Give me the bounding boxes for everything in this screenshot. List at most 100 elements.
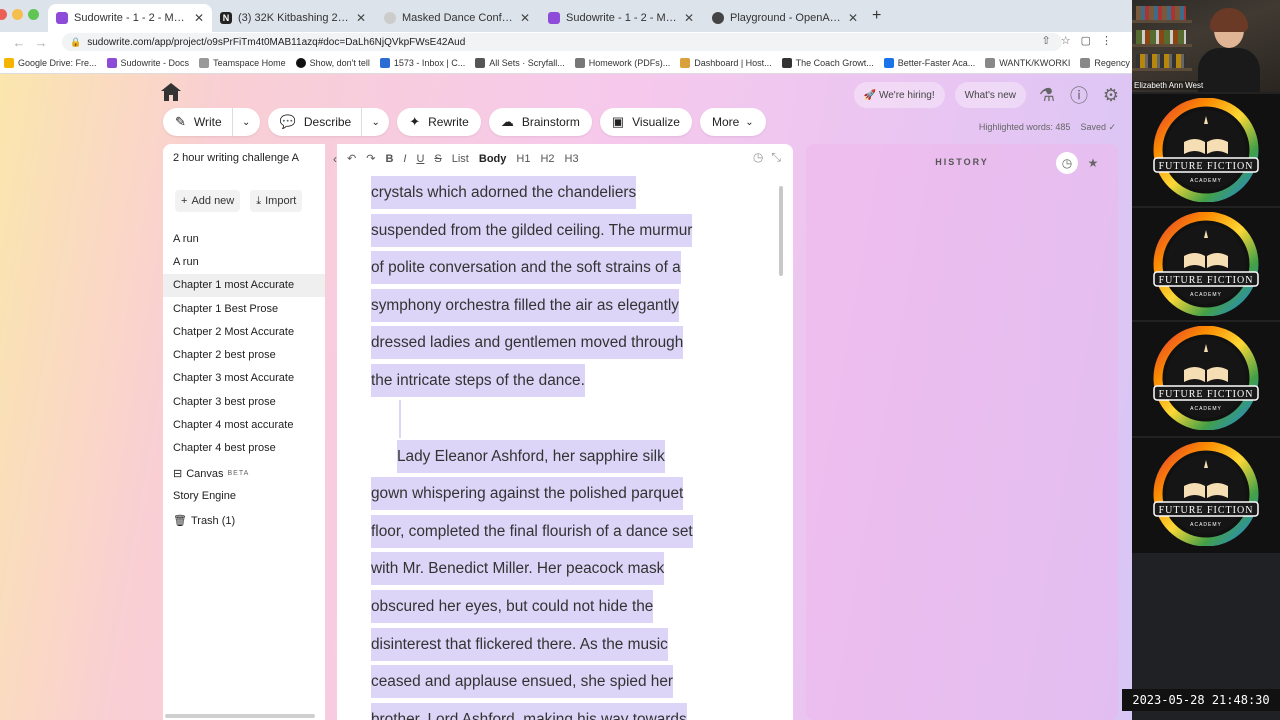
future-fiction-academy-logo: FUTURE FICTION ACADEMY xyxy=(1153,441,1259,546)
video-tile: FUTURE FICTION ACADEMY xyxy=(1132,320,1280,433)
sidebar-item-story-engine[interactable]: Story Engine xyxy=(173,490,236,502)
image-icon: ▣ xyxy=(611,114,625,129)
bold-icon[interactable]: B xyxy=(385,153,393,165)
bookmark-folder[interactable]: Regency xyxy=(1080,57,1130,68)
document-item[interactable]: Chapter 3 most Accurate xyxy=(163,367,325,390)
project-title[interactable]: 2 hour writing challenge A xyxy=(173,152,313,164)
bookmark-item[interactable]: Dashboard | Host... xyxy=(680,57,772,68)
bookmark-item[interactable]: 1573 - Inbox | C... xyxy=(379,57,465,68)
history-panel: HISTORY ◷ ★ xyxy=(806,144,1118,720)
add-new-button[interactable]: + Add new xyxy=(175,190,241,212)
text-line: the intricate steps of the dance. xyxy=(371,363,585,397)
write-button[interactable]: ✎ Write ⌄ xyxy=(163,108,260,136)
import-button[interactable]: ⤓ Import xyxy=(250,190,303,212)
brainstorm-button[interactable]: ☁ Brainstorm xyxy=(488,108,592,136)
document-item[interactable]: A run xyxy=(163,250,325,273)
close-tab-icon[interactable]: ✕ xyxy=(356,11,366,25)
document-item[interactable]: Chatper 2 Most Accurate xyxy=(163,320,325,343)
browser-tab-2[interactable]: N (3) 32K Kitbashing 2 chapters ✕ xyxy=(212,4,374,32)
back-arrow-icon[interactable]: ← xyxy=(8,35,30,50)
more-button[interactable]: More ⌄ xyxy=(699,108,766,136)
sidebar-item-trash[interactable]: 🗑 Trash (1) xyxy=(173,514,235,528)
editor-panel: ↶ ↷ B I U S List Body H1 H2 H3 ◷ ⤡ cryst… xyxy=(337,144,793,720)
h1-button[interactable]: H1 xyxy=(516,153,530,165)
browser-tab-bar: Sudowrite - 1 - 2 - Most Accura ✕ N (3) … xyxy=(0,0,1132,32)
underline-icon[interactable]: U xyxy=(416,153,424,165)
sidebar-horizontal-scrollbar[interactable] xyxy=(165,714,315,718)
home-icon[interactable] xyxy=(160,82,182,102)
editor-tools: ◷ ⤡ xyxy=(753,150,781,165)
notion-favicon-icon: N xyxy=(220,12,232,24)
participant-video: Elizabeth Ann West xyxy=(1132,0,1280,92)
h3-button[interactable]: H3 xyxy=(565,153,579,165)
strikethrough-icon[interactable]: S xyxy=(434,153,441,165)
maximize-window-icon[interactable] xyxy=(28,9,39,20)
gear-icon[interactable]: ⚙ xyxy=(1100,84,1122,106)
document-item[interactable]: A run xyxy=(163,227,325,250)
italic-icon[interactable]: I xyxy=(403,153,406,165)
document-item[interactable]: Chapter 1 Best Prose xyxy=(163,297,325,320)
document-text[interactable]: crystals which adorned the chandeliers s… xyxy=(371,174,741,720)
browser-tab-1[interactable]: Sudowrite - 1 - 2 - Most Accura ✕ xyxy=(48,4,212,32)
close-tab-icon[interactable]: ✕ xyxy=(848,11,858,25)
share-bookmark-icons[interactable]: ⇧☆▢⋮ xyxy=(1042,34,1122,47)
browser-tab-3[interactable]: Masked Dance Confessions ✕ xyxy=(376,4,538,32)
undo-icon[interactable]: ↶ xyxy=(347,152,356,165)
text-line: floor, completed the final flourish of a… xyxy=(371,514,693,548)
bookmark-item[interactable]: Sudowrite - Docs xyxy=(106,57,189,68)
flask-icon[interactable]: ⚗ xyxy=(1036,84,1058,106)
bookmark-item[interactable]: Homework (PDFs)... xyxy=(574,57,670,68)
close-tab-icon[interactable]: ✕ xyxy=(520,11,530,25)
bookmark-folder[interactable]: WANTK/KWORKI xyxy=(985,57,1070,68)
bookmark-item[interactable]: Teamspace Home xyxy=(199,57,286,68)
document-item-active[interactable]: Chapter 1 most Accurate xyxy=(163,273,325,297)
svg-text:ACADEMY: ACADEMY xyxy=(1190,292,1222,298)
document-item[interactable]: Chapter 3 best prose xyxy=(163,390,325,413)
forward-arrow-icon[interactable]: → xyxy=(30,35,52,50)
svg-text:FUTURE FICTION: FUTURE FICTION xyxy=(1159,389,1254,400)
chevron-down-icon[interactable]: ⌄ xyxy=(231,108,260,136)
rewrite-button[interactable]: ✦ Rewrite xyxy=(397,108,481,136)
close-tab-icon[interactable]: ✕ xyxy=(684,11,694,25)
hiring-button[interactable]: 🚀 We're hiring! xyxy=(853,82,945,108)
editor-scrollbar[interactable] xyxy=(779,186,783,276)
sidebar-item-canvas[interactable]: ⊟ Canvas BETA xyxy=(173,467,250,481)
bookmark-item[interactable]: All Sets · Scryfall... xyxy=(475,57,565,68)
future-fiction-academy-logo: FUTURE FICTION ACADEMY xyxy=(1153,325,1259,430)
chevron-down-icon[interactable]: ⌄ xyxy=(361,108,389,136)
svg-text:ACADEMY: ACADEMY xyxy=(1190,522,1222,528)
url-input[interactable]: 🔒 sudowrite.com/app/project/o9sPrFiTm4t0… xyxy=(62,33,1062,51)
h2-button[interactable]: H2 xyxy=(540,153,554,165)
bookmark-item[interactable]: Better-Faster Aca... xyxy=(883,57,975,68)
bookmark-item[interactable]: Google Drive: Fre... xyxy=(4,57,97,68)
expand-icon[interactable]: ⤡ xyxy=(771,150,781,165)
document-item[interactable]: Chapter 2 best prose xyxy=(163,343,325,366)
body-style-button[interactable]: Body xyxy=(479,153,507,165)
star-icon[interactable]: ★ xyxy=(1082,152,1104,174)
document-item[interactable]: Chapter 4 best prose xyxy=(163,437,325,460)
text-line: brother, Lord Ashford, making his way to… xyxy=(371,702,687,720)
visualize-button[interactable]: ▣ Visualize xyxy=(599,108,692,136)
describe-button[interactable]: 💬 Describe ⌄ xyxy=(267,108,390,136)
address-bar: ← → 🔒 sudowrite.com/app/project/o9sPrFiT… xyxy=(0,32,1132,52)
history-clock-icon[interactable]: ◷ xyxy=(1056,152,1078,174)
bookmark-item[interactable]: The Coach Growt... xyxy=(781,57,874,68)
browser-tab-4[interactable]: Sudowrite - 1 - 2 - Most Accura ✕ xyxy=(540,4,702,32)
beta-badge: BETA xyxy=(227,470,250,477)
list-button[interactable]: List xyxy=(452,153,469,165)
future-fiction-academy-logo: FUTURE FICTION ACADEMY xyxy=(1153,97,1259,202)
new-tab-icon[interactable]: + xyxy=(872,7,881,25)
minimize-window-icon[interactable] xyxy=(12,9,23,20)
brain-icon: ☁ xyxy=(500,114,514,129)
text-line: dressed ladies and gentlemen moved throu… xyxy=(371,326,684,360)
bookmark-item[interactable]: Show, don't tell xyxy=(295,57,370,68)
close-tab-icon[interactable]: ✕ xyxy=(194,11,204,25)
browser-tab-5[interactable]: Playground - OpenAI API ✕ xyxy=(704,4,866,32)
document-item[interactable]: Chapter 4 most accurate xyxy=(163,413,325,436)
whats-new-button[interactable]: What's new xyxy=(954,82,1026,108)
close-window-icon[interactable] xyxy=(0,9,7,20)
redo-icon[interactable]: ↷ xyxy=(366,152,375,165)
help-icon[interactable]: ⓘ xyxy=(1068,84,1090,106)
history-clock-icon[interactable]: ◷ xyxy=(753,150,763,165)
sudowrite-favicon-icon xyxy=(548,12,560,24)
